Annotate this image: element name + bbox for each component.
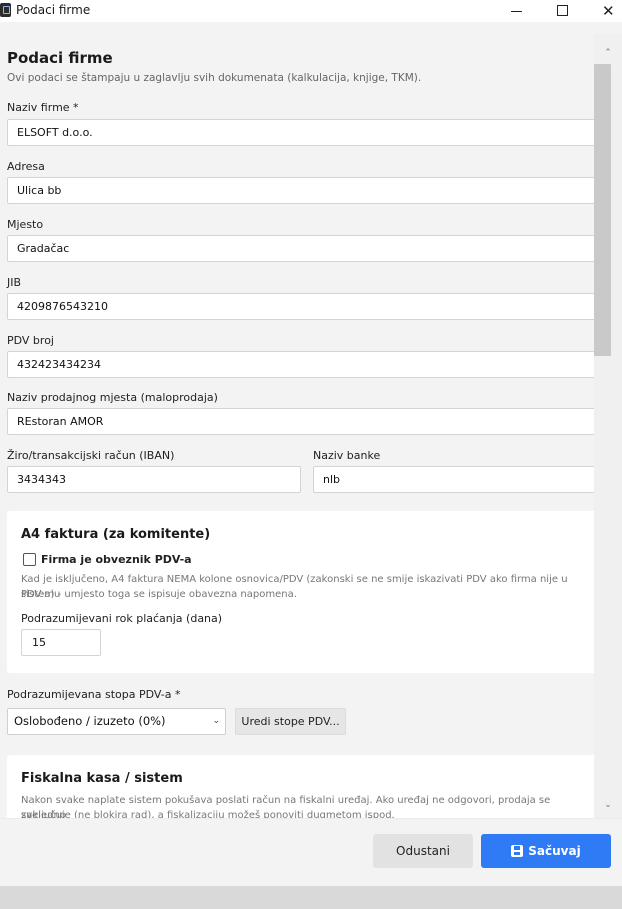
adresa-label: Adresa xyxy=(7,160,45,173)
fiskal-note-line-2: zaključuje (ne blokira rad), a fiskaliza… xyxy=(21,810,395,818)
scroll-up-icon[interactable]: ⌃ xyxy=(594,48,622,58)
page-subtitle: Ovi podaci se štampaju u zaglavlju svih … xyxy=(7,72,422,84)
pdv-obveznik-checkbox[interactable] xyxy=(23,553,36,566)
dialog-window: Podaci firme ✕ Podaci firme Ovi podaci s… xyxy=(0,0,622,886)
title-bar: Podaci firme ✕ xyxy=(0,0,622,22)
chevron-down-icon: ⌄ xyxy=(212,716,220,726)
window-title: Podaci firme xyxy=(16,3,91,17)
form-content: Podaci firme Ovi podaci se štampaju u za… xyxy=(0,34,594,818)
prodajno-mjesto-input[interactable]: REstoran AMOR xyxy=(7,408,594,435)
cancel-button[interactable]: Odustani xyxy=(373,834,473,868)
naziv-firme-label: Naziv firme * xyxy=(7,101,79,114)
pdv-obveznik-label[interactable]: Firma je obveznik PDV-a xyxy=(41,553,192,566)
close-button[interactable]: ✕ xyxy=(586,0,622,22)
banka-label: Naziv banke xyxy=(313,449,381,462)
save-button-label: Sačuvaj xyxy=(528,844,581,858)
iban-input[interactable]: 3434343 xyxy=(7,466,301,493)
save-icon xyxy=(511,845,524,857)
jib-label: JIB xyxy=(7,276,22,289)
rok-placanja-label: Podrazumijevani rok plaćanja (dana) xyxy=(21,612,223,625)
mjesto-label: Mjesto xyxy=(7,218,44,231)
banka-input[interactable]: nlb xyxy=(313,466,594,493)
a4-faktura-card: A4 faktura (za komitente) Firma je obvez… xyxy=(7,511,594,673)
rok-placanja-input[interactable]: 15 xyxy=(21,629,101,656)
pdv-broj-label: PDV broj xyxy=(7,334,54,347)
page-title: Podaci firme xyxy=(7,49,113,67)
pdv-stopa-select[interactable]: Oslobođeno / izuzeto (0%) ⌄ xyxy=(7,708,226,735)
vertical-scrollbar[interactable]: ⌃ ⌄ xyxy=(594,34,622,818)
pdv-stopa-label: Podrazumijevana stopa PDV-a * xyxy=(7,688,181,701)
iban-label: Žiro/transakcijski račun (IBAN) xyxy=(7,449,175,462)
maximize-button[interactable] xyxy=(540,0,586,22)
pdv-broj-input[interactable]: 432423434234 xyxy=(7,351,594,378)
mjesto-input[interactable]: Gradačac xyxy=(7,235,594,262)
pdv-stopa-selected: Oslobođeno / izuzeto (0%) xyxy=(14,714,166,728)
app-icon xyxy=(0,3,11,17)
maximize-icon xyxy=(557,5,568,16)
scroll-down-icon[interactable]: ⌄ xyxy=(594,800,622,810)
naziv-firme-input[interactable]: ELSOFT d.o.o. xyxy=(7,119,594,146)
save-button[interactable]: Sačuvaj xyxy=(481,834,611,868)
jib-input[interactable]: 4209876543210 xyxy=(7,293,594,320)
adresa-input[interactable]: Ulica bb xyxy=(7,177,594,204)
dialog-footer: Odustani Sačuvaj xyxy=(0,818,622,886)
close-icon: ✕ xyxy=(602,2,615,20)
scrollbar-thumb[interactable] xyxy=(594,64,611,356)
a4-note-line-2: PDV-a) - umjesto toga se ispisuje obavez… xyxy=(21,589,297,600)
prodajno-mjesto-label: Naziv prodajnog mjesta (maloprodaja) xyxy=(7,391,218,404)
uredi-stope-button[interactable]: Uredi stope PDV... xyxy=(235,708,346,735)
fiskal-card-title: Fiskalna kasa / sistem xyxy=(21,771,183,786)
minimize-icon xyxy=(511,11,522,12)
a4-card-title: A4 faktura (za komitente) xyxy=(21,527,211,542)
minimize-button[interactable] xyxy=(494,0,540,22)
fiskalna-kasa-card: Fiskalna kasa / sistem Nakon svake napla… xyxy=(7,755,594,818)
